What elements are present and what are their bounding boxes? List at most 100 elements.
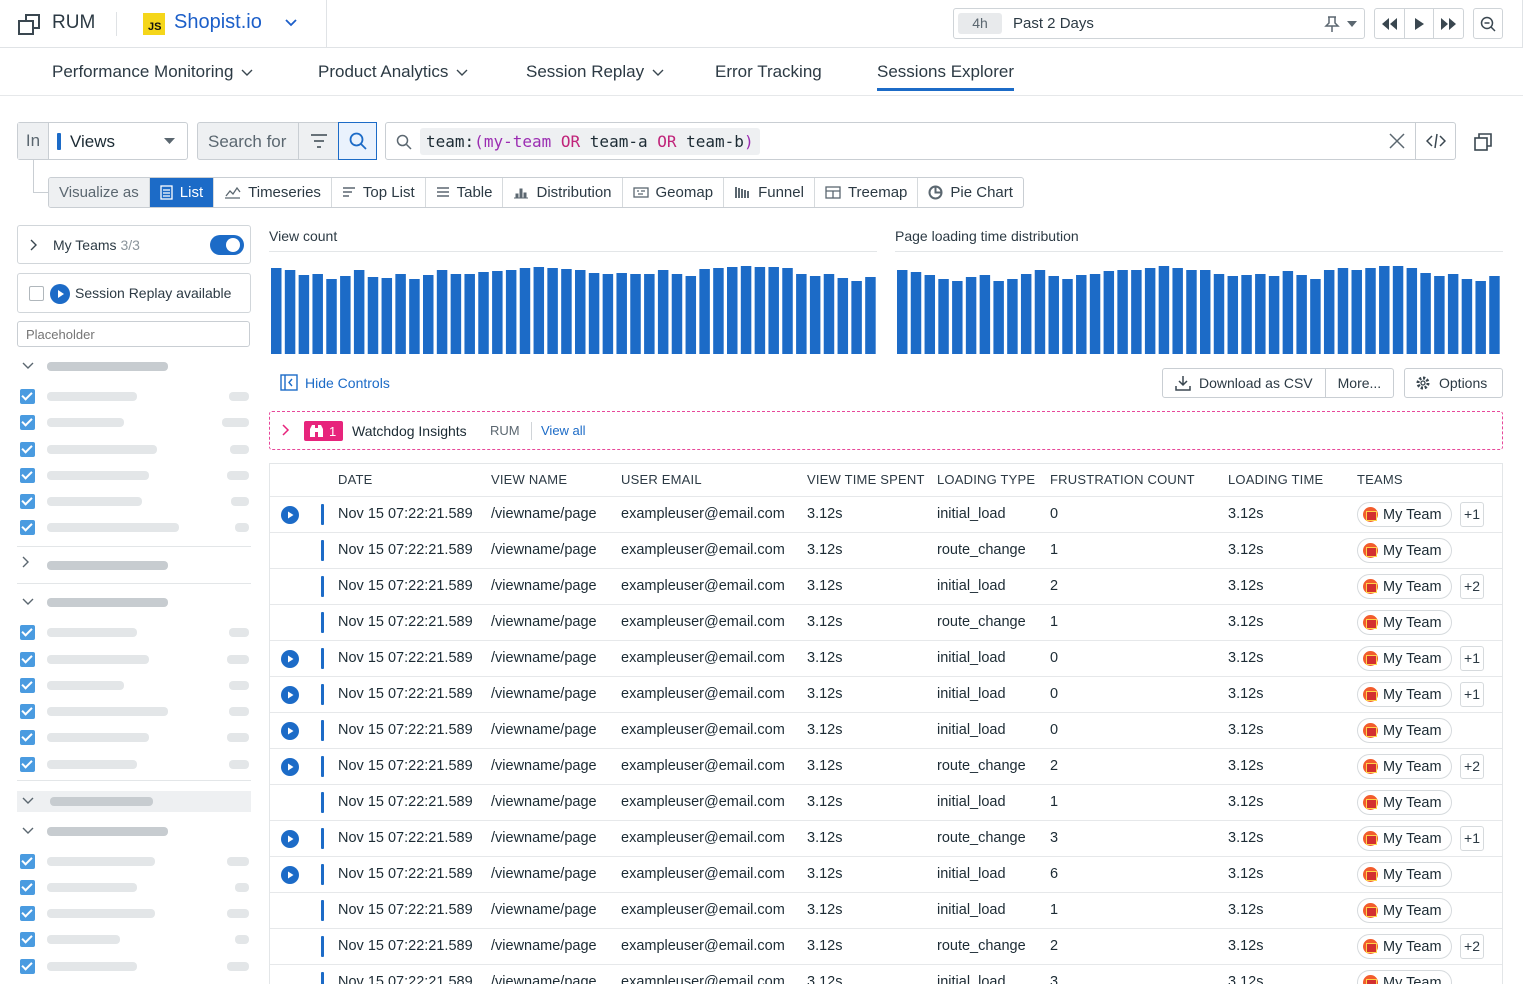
chart-bar[interactable] xyxy=(1489,276,1500,354)
chart-bar[interactable] xyxy=(561,269,572,354)
chart-bar[interactable] xyxy=(1241,275,1252,354)
rewind-icon[interactable] xyxy=(1375,9,1405,38)
more-teams-badge[interactable]: +2 xyxy=(1460,574,1484,599)
chart-bar[interactable] xyxy=(630,274,641,354)
more-button[interactable]: More... xyxy=(1326,369,1394,397)
vis-option-table[interactable]: Table xyxy=(426,178,504,207)
facet-my-teams[interactable]: My Teams 3/3 xyxy=(17,225,251,264)
table-row[interactable]: Nov 15 07:22:21.589/viewname/page example… xyxy=(270,820,1502,856)
facet-checkbox[interactable] xyxy=(20,494,35,509)
chart-bar[interactable] xyxy=(1420,273,1431,354)
table-row[interactable]: Nov 15 07:22:21.589/viewname/page example… xyxy=(270,964,1502,984)
chart-bar[interactable] xyxy=(464,274,475,354)
chart-bar[interactable] xyxy=(1323,270,1335,354)
team-tag[interactable]: My Team xyxy=(1357,502,1452,527)
facet-search-input[interactable] xyxy=(17,321,250,347)
chart-bar[interactable] xyxy=(1020,274,1032,354)
chart-bar[interactable] xyxy=(271,268,282,354)
chart-bar[interactable] xyxy=(1406,268,1418,354)
chart-bar[interactable] xyxy=(1200,270,1211,354)
chevron-right-icon[interactable] xyxy=(282,424,290,436)
play-replay-icon[interactable] xyxy=(281,506,299,524)
chart-bar[interactable] xyxy=(1268,276,1280,354)
play-replay-icon[interactable] xyxy=(281,866,299,884)
view-all-link[interactable]: View all xyxy=(541,423,586,438)
facet-checkbox[interactable] xyxy=(20,730,35,745)
facet-checkbox[interactable] xyxy=(20,442,35,457)
chart-bar[interactable] xyxy=(588,273,600,354)
chart-bar[interactable] xyxy=(644,274,655,354)
time-range-picker[interactable]: 4h Past 2 Days xyxy=(953,8,1365,39)
chevron-down-icon[interactable] xyxy=(22,827,34,835)
chart-bar[interactable] xyxy=(284,270,296,354)
vis-option-list[interactable]: List xyxy=(149,178,215,207)
chevron-right-icon[interactable] xyxy=(30,239,38,251)
chart-bar[interactable] xyxy=(1296,275,1307,354)
chart-bar[interactable] xyxy=(395,274,406,354)
clear-icon[interactable] xyxy=(1389,133,1405,149)
app-selector[interactable]: Shopist.io xyxy=(174,11,262,34)
team-tag[interactable]: My Team xyxy=(1357,718,1452,743)
facet-checkbox[interactable] xyxy=(20,959,35,974)
chart-bar[interactable] xyxy=(1379,266,1390,354)
chart-bar[interactable] xyxy=(340,276,351,354)
vis-option-top-list[interactable]: Top List xyxy=(332,178,426,207)
table-row[interactable]: Nov 15 07:22:21.589/viewname/page example… xyxy=(270,784,1502,820)
chart-bar[interactable] xyxy=(1310,279,1321,354)
chart-bar[interactable] xyxy=(1158,266,1170,354)
play-replay-icon[interactable] xyxy=(281,830,299,848)
facet-checkbox[interactable] xyxy=(20,854,35,869)
table-row[interactable]: Nov 15 07:22:21.589/viewname/page example… xyxy=(270,676,1502,712)
zoom-out-button[interactable] xyxy=(1473,8,1503,39)
facet-checkbox[interactable] xyxy=(20,932,35,947)
chart-bar[interactable] xyxy=(1475,281,1486,354)
team-tag[interactable]: My Team xyxy=(1357,682,1452,707)
tab-performance-monitoring[interactable]: Performance Monitoring xyxy=(52,62,253,82)
chart-bar[interactable] xyxy=(713,268,724,354)
play-icon[interactable] xyxy=(1405,9,1435,38)
table-row[interactable]: Nov 15 07:22:21.589/viewname/page example… xyxy=(270,856,1502,892)
facet-checkbox[interactable] xyxy=(20,704,35,719)
copy-icon[interactable] xyxy=(1473,132,1493,152)
chart-bar[interactable] xyxy=(1365,268,1376,354)
tab-error-tracking[interactable]: Error Tracking xyxy=(715,62,822,82)
table-row[interactable]: Nov 15 07:22:21.589/viewname/page example… xyxy=(270,532,1502,568)
chevron-down-icon[interactable] xyxy=(284,16,298,30)
more-teams-badge[interactable]: +2 xyxy=(1460,934,1484,959)
column-header-user-email[interactable]: USER EMAIL xyxy=(621,464,702,496)
caret-down-icon[interactable] xyxy=(1347,20,1357,28)
facet-checkbox[interactable] xyxy=(20,678,35,693)
chart-bar[interactable] xyxy=(740,266,752,354)
more-teams-badge[interactable]: +1 xyxy=(1460,502,1484,527)
chart-bar[interactable] xyxy=(312,274,323,354)
chart-bar[interactable] xyxy=(1076,275,1087,354)
chart-bar[interactable] xyxy=(1337,268,1349,354)
chart-bar[interactable] xyxy=(381,278,393,354)
chart-bar[interactable] xyxy=(671,274,683,354)
chart-bar[interactable] xyxy=(796,274,807,354)
my-teams-toggle[interactable] xyxy=(210,235,244,255)
table-row[interactable]: Nov 15 07:22:21.589/viewname/page example… xyxy=(270,568,1502,604)
chart-bar[interactable] xyxy=(699,269,710,354)
facet-checkbox[interactable] xyxy=(20,415,35,430)
facet-checkbox[interactable] xyxy=(20,652,35,667)
chart-bar[interactable] xyxy=(1048,276,1059,354)
chart-bar[interactable] xyxy=(910,272,922,354)
chart-bar[interactable] xyxy=(1434,276,1445,354)
code-icon[interactable] xyxy=(1415,123,1456,159)
chart-bar[interactable] xyxy=(616,273,627,354)
team-tag[interactable]: My Team xyxy=(1357,898,1452,923)
team-tag[interactable]: My Team xyxy=(1357,574,1452,599)
chart-bar[interactable] xyxy=(809,276,821,354)
query-token[interactable]: team:(my-team OR team-a OR team-b) xyxy=(420,128,760,155)
column-header-loading-type[interactable]: LOADING TYPE xyxy=(937,464,1035,496)
chart-bar[interactable] xyxy=(505,270,517,354)
chart-bar[interactable] xyxy=(492,271,503,354)
chevron-right-icon[interactable] xyxy=(22,556,30,568)
chart-bar[interactable] xyxy=(409,279,420,354)
table-row[interactable]: Nov 15 07:22:21.589/viewname/page example… xyxy=(270,892,1502,928)
chart-bar[interactable] xyxy=(1007,279,1018,354)
table-row[interactable]: Nov 15 07:22:21.589/viewname/page example… xyxy=(270,748,1502,784)
play-replay-icon[interactable] xyxy=(281,686,299,704)
chart-bar[interactable] xyxy=(575,270,586,354)
